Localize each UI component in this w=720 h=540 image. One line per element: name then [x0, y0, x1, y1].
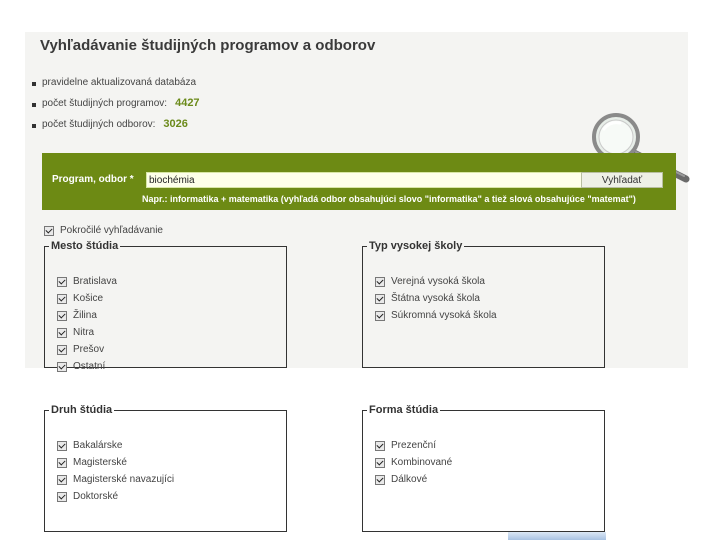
checkbox-label: Košice: [73, 293, 104, 304]
checkbox-list: Prezenční Kombinované Dálkové: [375, 437, 452, 488]
checkbox-checked-icon[interactable]: [44, 225, 54, 236]
group-legend: Forma štúdia: [369, 404, 439, 416]
checkbox-label: Magisterské navazujíci: [73, 474, 175, 485]
checkbox-item-presov[interactable]: Prešov: [57, 341, 117, 358]
group-legend: Mesto štúdia: [51, 240, 119, 252]
group-legend: Typ vysokej školy: [369, 240, 463, 252]
checkbox-item-magisterske-navazujici[interactable]: Magisterské navazujíci: [57, 471, 174, 488]
checkbox-checked-icon[interactable]: [57, 276, 67, 287]
checkbox-item-kombinovane[interactable]: Kombinované: [375, 454, 452, 471]
search-input[interactable]: [146, 172, 586, 188]
stat-item: pravidelne aktualizovaná databáza: [32, 76, 204, 97]
stat-label: pravidelne aktualizovaná databáza: [42, 77, 196, 88]
stat-label: počet študijných programov:: [42, 98, 168, 109]
checkbox-label: Žilina: [73, 310, 97, 321]
stat-value: 4427: [175, 97, 200, 109]
checkbox-checked-icon[interactable]: [57, 310, 67, 321]
advanced-search-toggle[interactable]: Pokročilé vyhľadávanie: [44, 225, 163, 236]
checkbox-label: Bratislava: [73, 276, 117, 287]
checkbox-item-bakalarske[interactable]: Bakalárske: [57, 437, 174, 454]
search-button[interactable]: Vyhľadať: [581, 172, 663, 188]
stat-label: počet študijných odborov:: [42, 119, 156, 130]
checkbox-label: Verejná vysoká škola: [391, 276, 485, 287]
search-bar: Program, odbor * Vyhľadať Napr.: informa…: [42, 153, 676, 210]
search-hint: Napr.: informatika + matematika (vyhľadá…: [142, 194, 636, 204]
group-forma-studia: Forma štúdia Prezenční Kombinované Dálko…: [362, 404, 605, 532]
checkbox-checked-icon[interactable]: [375, 276, 385, 287]
checkbox-label: Kombinované: [391, 457, 453, 468]
checkbox-item-bratislava[interactable]: Bratislava: [57, 273, 117, 290]
checkbox-label: Dálkové: [391, 474, 428, 485]
decorative-strip: [508, 532, 606, 540]
checkbox-label: Ostatní: [73, 361, 106, 372]
checkbox-item-dalkove[interactable]: Dálkové: [375, 471, 452, 488]
checkbox-checked-icon[interactable]: [57, 474, 67, 485]
checkbox-label: Nitra: [73, 327, 95, 338]
checkbox-list: Bakalárske Magisterské Magisterské navaz…: [57, 437, 174, 505]
checkbox-checked-icon[interactable]: [375, 474, 385, 485]
group-druh-studia: Druh štúdia Bakalárske Magisterské Magis…: [44, 404, 287, 532]
checkbox-item-ostatni[interactable]: Ostatní: [57, 358, 117, 375]
stat-item: počet študijných programov: 4427: [32, 97, 204, 118]
page-title: Vyhľadávanie študijných programov a odbo…: [40, 37, 376, 54]
group-typ-vysokej-skoly: Typ vysokej školy Verejná vysoká škola Š…: [362, 240, 605, 368]
checkbox-item-prezencni[interactable]: Prezenční: [375, 437, 452, 454]
checkbox-checked-icon[interactable]: [57, 491, 67, 502]
checkbox-item-nitra[interactable]: Nitra: [57, 324, 117, 341]
checkbox-list: Verejná vysoká škola Štátna vysoká škola…: [375, 273, 497, 324]
checkbox-item-zilina[interactable]: Žilina: [57, 307, 117, 324]
search-label: Program, odbor *: [52, 174, 134, 185]
group-mesto-studia: Mesto štúdia Bratislava Košice Žilina Ni…: [44, 240, 287, 372]
checkbox-checked-icon[interactable]: [57, 293, 67, 304]
checkbox-checked-icon[interactable]: [57, 457, 67, 468]
checkbox-label: Magisterské: [73, 457, 127, 468]
checkbox-item-kosice[interactable]: Košice: [57, 290, 117, 307]
checkbox-label: Bakalárske: [73, 440, 123, 451]
stat-value: 3026: [163, 118, 188, 130]
checkbox-item-verejna[interactable]: Verejná vysoká škola: [375, 273, 497, 290]
stats-list: pravidelne aktualizovaná databáza počet …: [32, 76, 204, 139]
checkbox-label: Doktorské: [73, 491, 119, 502]
checkbox-list: Bratislava Košice Žilina Nitra Prešov Os…: [57, 273, 117, 375]
checkbox-item-sukromna[interactable]: Súkromná vysoká škola: [375, 307, 497, 324]
checkbox-label: Súkromná vysoká škola: [391, 310, 497, 321]
checkbox-checked-icon[interactable]: [57, 361, 67, 372]
checkbox-label: Prešov: [73, 344, 105, 355]
group-legend: Druh štúdia: [51, 404, 113, 416]
checkbox-item-doktorske[interactable]: Doktorské: [57, 488, 174, 505]
checkbox-label: Prezenční: [391, 440, 437, 451]
checkbox-checked-icon[interactable]: [375, 293, 385, 304]
checkbox-item-statna[interactable]: Štátna vysoká škola: [375, 290, 497, 307]
checkbox-checked-icon[interactable]: [375, 310, 385, 321]
checkbox-checked-icon[interactable]: [375, 457, 385, 468]
advanced-search-label: Pokročilé vyhľadávanie: [60, 225, 163, 236]
stat-item: počet študijných odborov: 3026: [32, 118, 204, 139]
checkbox-item-magisterske[interactable]: Magisterské: [57, 454, 174, 471]
checkbox-checked-icon[interactable]: [57, 327, 67, 338]
checkbox-checked-icon[interactable]: [57, 344, 67, 355]
checkbox-checked-icon[interactable]: [57, 440, 67, 451]
checkbox-checked-icon[interactable]: [375, 440, 385, 451]
checkbox-label: Štátna vysoká škola: [391, 293, 480, 304]
